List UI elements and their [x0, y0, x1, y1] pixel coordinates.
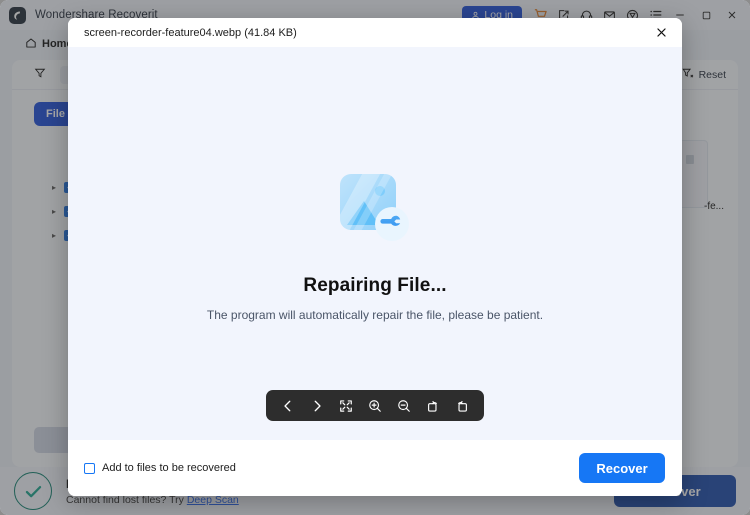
image-repair-icon	[333, 165, 417, 249]
rotate-left-button[interactable]	[449, 393, 475, 419]
modal-filename: screen-recorder-feature04.webp (41.84 KB…	[84, 26, 297, 39]
add-to-files-checkbox[interactable]: Add to files to be recovered	[84, 462, 236, 474]
modal-footer: Add to files to be recovered Recover	[68, 440, 682, 496]
file-preview-modal: screen-recorder-feature04.webp (41.84 KB…	[68, 18, 682, 496]
next-button[interactable]	[304, 393, 330, 419]
checkbox-box[interactable]	[84, 462, 95, 474]
modal-header: screen-recorder-feature04.webp (41.84 KB…	[68, 18, 682, 47]
zoom-in-button[interactable]	[362, 393, 388, 419]
recover-button[interactable]: Recover	[579, 453, 665, 483]
repair-description: The program will automatically repair th…	[206, 308, 544, 322]
add-to-files-label: Add to files to be recovered	[102, 462, 236, 474]
zoom-out-button[interactable]	[391, 393, 417, 419]
repair-title: Repairing File...	[303, 275, 447, 296]
modal-body: Repairing File... The program will autom…	[68, 47, 682, 440]
close-icon[interactable]	[650, 22, 672, 44]
previous-button[interactable]	[275, 393, 301, 419]
rotate-right-button[interactable]	[420, 393, 446, 419]
fullscreen-button[interactable]	[333, 393, 359, 419]
viewer-toolbar	[266, 390, 484, 421]
